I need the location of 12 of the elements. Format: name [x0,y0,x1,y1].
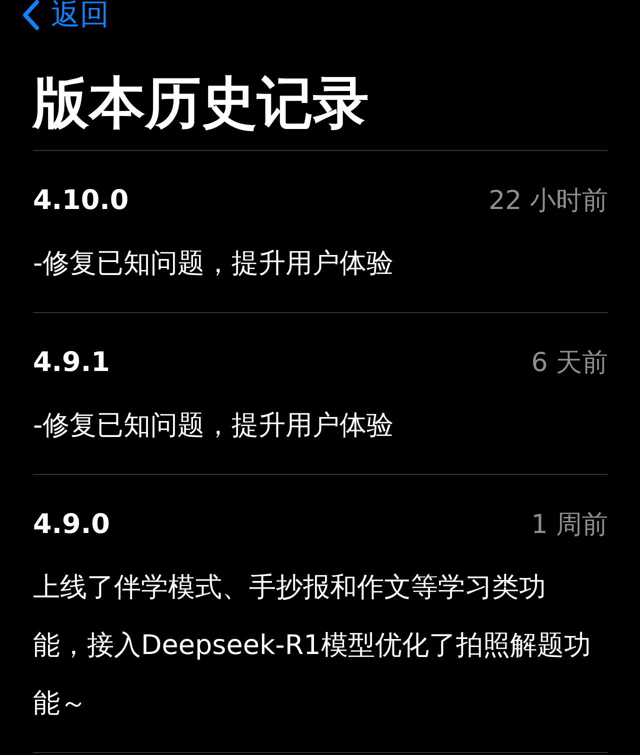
release-notes: -修复已知问题，提升用户体验 [33,247,395,281]
release-notes: 上线了伴学模式、手抄报和作文等学习类功能，接入Deepseek-R1模型优化了拍照解题功能～ [33,571,592,721]
version-number: 4.10.0 [33,184,129,218]
release-time: 6 天前 [531,347,608,380]
release-notes: -修复已知问题，提升用户体验 [33,409,395,443]
back-button[interactable]: 返回 [21,0,109,34]
release-time: 1 周前 [531,509,608,542]
version-number: 4.9.1 [33,346,110,380]
version-number: 4.9.0 [33,508,110,542]
back-chevron-icon [21,0,41,31]
page-title: 版本历史记录 [33,64,608,151]
release-time: 22 小时前 [488,185,608,218]
